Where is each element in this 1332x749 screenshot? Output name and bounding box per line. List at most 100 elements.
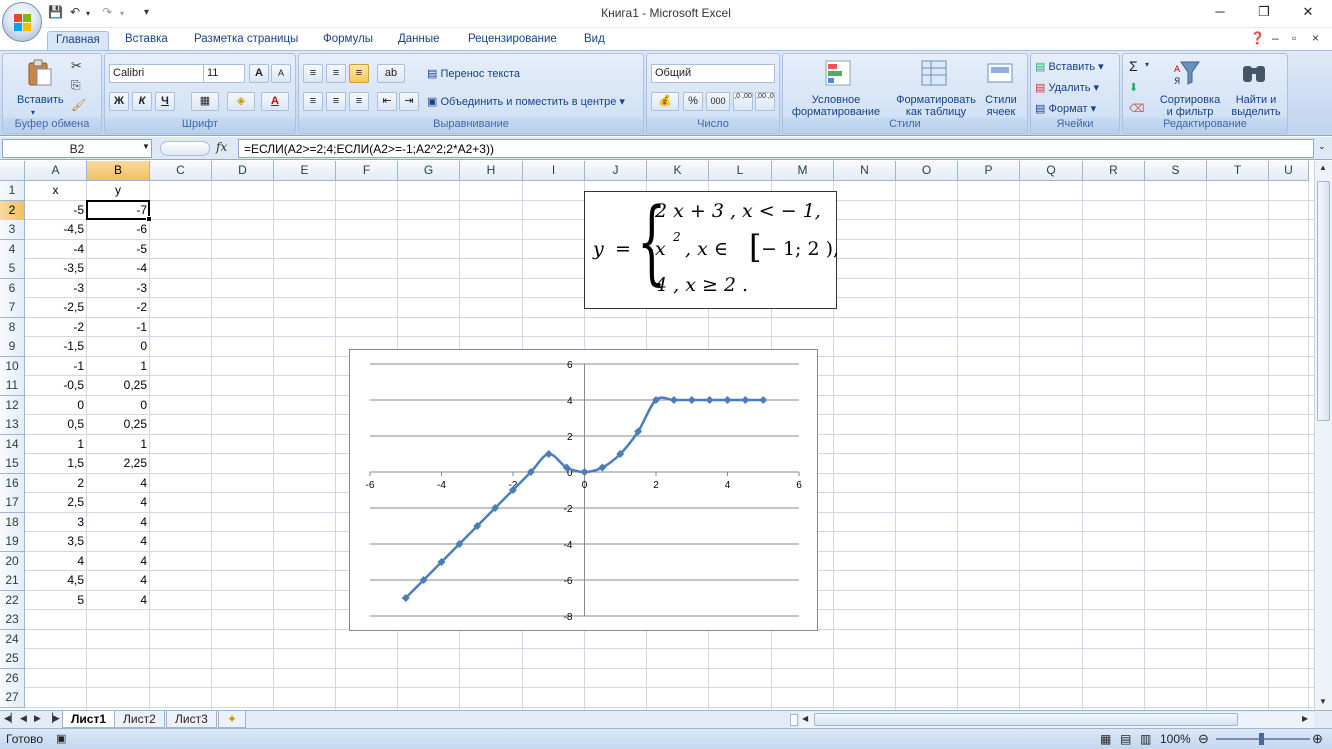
cell-b6[interactable]: -3 bbox=[87, 279, 149, 298]
formula-input[interactable]: =ЕСЛИ(A2>=2;4;ЕСЛИ(A2>=-1;A2^2;2*A2+3)) bbox=[238, 139, 1314, 158]
prev-sheet-icon[interactable]: ◀ bbox=[20, 713, 27, 724]
office-button[interactable] bbox=[2, 2, 42, 42]
ribbon-minimize-icon[interactable]: – bbox=[1272, 31, 1279, 49]
cell-a15[interactable]: 1,5 bbox=[25, 454, 86, 473]
cell-b8[interactable]: -1 bbox=[87, 318, 149, 337]
cell-a10[interactable]: -1 bbox=[25, 357, 86, 376]
column-header-q[interactable]: Q bbox=[1020, 161, 1083, 181]
chart-area[interactable]: -6 -4 -2 0 2 4 6 -8 -6 -4 -2 0 2 4 6 bbox=[349, 349, 818, 631]
fill-handle[interactable] bbox=[146, 216, 152, 222]
row-header-19[interactable]: 19 bbox=[0, 532, 25, 552]
column-header-f[interactable]: F bbox=[336, 161, 398, 181]
cell-b10[interactable]: 1 bbox=[87, 357, 149, 376]
cell-a21[interactable]: 4,5 bbox=[25, 571, 86, 590]
page-break-view-icon[interactable]: ▥ bbox=[1140, 732, 1151, 746]
scroll-up-icon[interactable]: ▲ bbox=[1319, 163, 1327, 172]
column-header-u[interactable]: U bbox=[1269, 161, 1309, 181]
column-header-p[interactable]: P bbox=[958, 161, 1020, 181]
tab-split-handle[interactable] bbox=[790, 714, 798, 726]
row-header-25[interactable]: 25 bbox=[0, 649, 25, 669]
sheet-tab-2[interactable]: Лист2 bbox=[114, 711, 165, 728]
tab-page-layout[interactable]: Разметка страницы bbox=[186, 31, 306, 50]
scroll-right-icon[interactable]: ▶ bbox=[1302, 714, 1308, 723]
clear-icon[interactable]: ⌫ bbox=[1129, 102, 1145, 115]
tab-insert[interactable]: Вставка bbox=[117, 31, 176, 50]
font-name-box[interactable]: Calibri bbox=[109, 64, 205, 83]
row-header-9[interactable]: 9 bbox=[0, 337, 25, 357]
tab-view[interactable]: Вид bbox=[576, 31, 613, 50]
zoom-out-icon[interactable]: ⊖ bbox=[1198, 731, 1209, 747]
horizontal-scroll-thumb[interactable] bbox=[814, 713, 1238, 726]
fill-icon[interactable]: ⬇ bbox=[1129, 81, 1138, 94]
cell-b20[interactable]: 4 bbox=[87, 552, 149, 571]
column-header-n[interactable]: N bbox=[834, 161, 896, 181]
column-header-o[interactable]: O bbox=[896, 161, 958, 181]
horizontal-scrollbar[interactable]: ◀ ▶ bbox=[800, 712, 1314, 728]
help-icon[interactable]: ❓ bbox=[1250, 31, 1265, 49]
row-header-12[interactable]: 12 bbox=[0, 395, 25, 416]
cell-a7[interactable]: -2,5 bbox=[25, 298, 86, 317]
sort-filter-button[interactable]: Сортировка и фильтр bbox=[1157, 94, 1223, 118]
cell-b5[interactable]: -4 bbox=[87, 259, 149, 278]
format-painter-icon[interactable]: 🖌 bbox=[71, 98, 86, 112]
cell-b12[interactable]: 0 bbox=[87, 396, 149, 415]
cell-b16[interactable]: 4 bbox=[87, 474, 149, 493]
cell-b3[interactable]: -6 bbox=[87, 220, 149, 239]
cell-a1[interactable]: x bbox=[25, 181, 86, 200]
cell-a11[interactable]: -0,5 bbox=[25, 376, 86, 395]
format-as-table-icon[interactable] bbox=[919, 58, 949, 88]
decrease-indent-icon[interactable]: ⇤ bbox=[377, 92, 397, 111]
cell-b11[interactable]: 0,25 bbox=[87, 376, 149, 395]
row-header-17[interactable]: 17 bbox=[0, 493, 25, 513]
row-header-21[interactable]: 21 bbox=[0, 571, 25, 591]
name-box[interactable]: B2 bbox=[2, 139, 152, 158]
row-header-23[interactable]: 23 bbox=[0, 610, 25, 630]
cell-b9[interactable]: 0 bbox=[87, 337, 149, 356]
cell-a20[interactable]: 4 bbox=[25, 552, 86, 571]
find-select-icon[interactable] bbox=[1239, 58, 1269, 88]
autosum-dropdown-icon[interactable]: ▾ bbox=[1145, 60, 1149, 69]
column-header-b[interactable]: B bbox=[87, 161, 150, 181]
italic-button[interactable]: К bbox=[132, 92, 152, 111]
cell-a3[interactable]: -4,5 bbox=[25, 220, 86, 239]
format-cells-button[interactable]: ▤ Формат ▾ bbox=[1035, 102, 1096, 115]
zoom-in-icon[interactable]: ⊕ bbox=[1312, 731, 1323, 747]
format-as-table-button[interactable]: Форматировать как таблицу bbox=[889, 94, 983, 118]
ribbon-restore-icon[interactable]: ▫ bbox=[1292, 31, 1296, 49]
select-all-corner[interactable] bbox=[0, 161, 25, 181]
cell-a2[interactable]: -5 bbox=[25, 201, 86, 220]
row-header-20[interactable]: 20 bbox=[0, 551, 25, 572]
column-header-g[interactable]: G bbox=[398, 161, 460, 181]
align-center-icon[interactable]: ≡ bbox=[326, 92, 346, 111]
row-header-15[interactable]: 15 bbox=[0, 454, 25, 474]
orientation-icon[interactable]: ab bbox=[377, 64, 405, 83]
merge-center-button[interactable]: ▣ Объединить и поместить в центре ▾ bbox=[427, 95, 625, 108]
cell-a5[interactable]: -3,5 bbox=[25, 259, 86, 278]
name-box-dropdown-icon[interactable]: ▼ bbox=[142, 142, 150, 151]
cell-a19[interactable]: 3,5 bbox=[25, 532, 86, 551]
column-header-s[interactable]: S bbox=[1145, 161, 1207, 181]
cell-b18[interactable]: 4 bbox=[87, 513, 149, 532]
wrap-text-button[interactable]: ▤ Перенос текста bbox=[427, 67, 520, 80]
column-header-l[interactable]: L bbox=[709, 161, 772, 181]
cell-b21[interactable]: 4 bbox=[87, 571, 149, 590]
column-header-i[interactable]: I bbox=[523, 161, 585, 181]
row-header-16[interactable]: 16 bbox=[0, 473, 25, 494]
first-sheet-icon[interactable]: ◀▏ bbox=[4, 713, 18, 724]
cell-a16[interactable]: 2 bbox=[25, 474, 86, 493]
scroll-down-icon[interactable]: ▼ bbox=[1319, 697, 1327, 706]
font-size-box[interactable]: 11 bbox=[203, 64, 245, 83]
row-header-4[interactable]: 4 bbox=[0, 239, 25, 260]
cell-b1[interactable]: y bbox=[87, 181, 149, 200]
cell-a4[interactable]: -4 bbox=[25, 240, 86, 259]
zoom-slider-thumb[interactable] bbox=[1259, 733, 1264, 745]
cell-b15[interactable]: 2,25 bbox=[87, 454, 149, 473]
vertical-scrollbar[interactable]: ▲ ▼ bbox=[1314, 161, 1332, 710]
row-header-18[interactable]: 18 bbox=[0, 512, 25, 533]
insert-sheet-icon[interactable]: ✦ bbox=[218, 711, 247, 728]
cell-b13[interactable]: 0,25 bbox=[87, 415, 149, 434]
percent-button[interactable]: % bbox=[683, 92, 703, 111]
next-sheet-icon[interactable]: ▶ bbox=[34, 713, 41, 724]
row-header-5[interactable]: 5 bbox=[0, 259, 25, 279]
column-header-a[interactable]: A bbox=[25, 161, 87, 181]
